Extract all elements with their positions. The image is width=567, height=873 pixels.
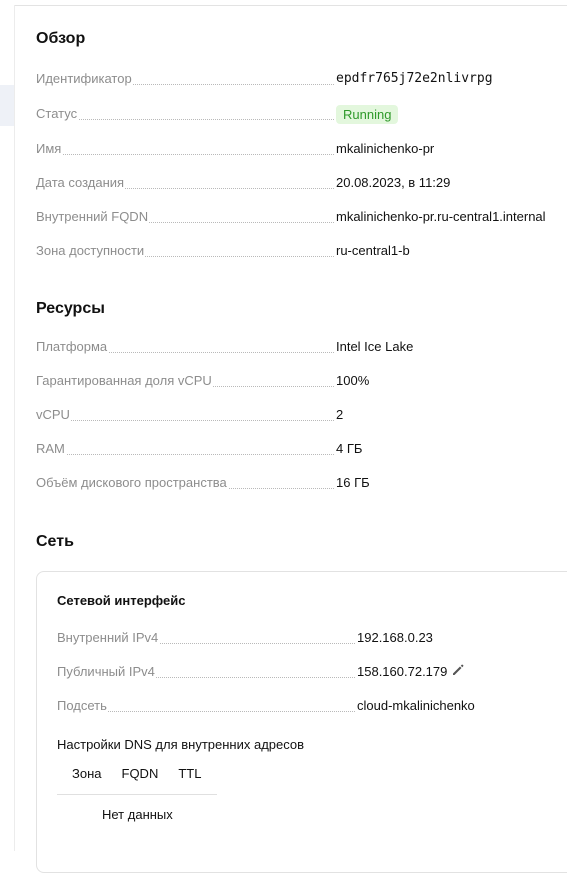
internal-ipv4-value: 192.168.0.23 bbox=[357, 630, 433, 645]
row-label: Подсеть bbox=[57, 697, 108, 715]
resources-title: Ресурсы bbox=[36, 300, 105, 317]
dns-column-zone: Зона bbox=[72, 766, 102, 781]
public-ipv4-value: 158.160.72.179 bbox=[357, 664, 448, 679]
row-internal-ipv4: Внутренний IPv4 192.168.0.23 bbox=[57, 629, 567, 647]
created-value: 20.08.2023, в 11:29 bbox=[336, 175, 451, 190]
row-vcpu: vCPU 2 bbox=[36, 406, 567, 424]
pencil-icon[interactable] bbox=[451, 663, 465, 682]
row-zone: Зона доступности ru-central1-b bbox=[36, 242, 567, 260]
row-label: Имя bbox=[36, 140, 63, 158]
vcpu-value: 2 bbox=[336, 407, 344, 422]
dns-column-ttl: TTL bbox=[178, 766, 202, 781]
fqdn-value: mkalinichenko-pr.ru-central1.internal bbox=[336, 209, 546, 224]
row-created: Дата создания 20.08.2023, в 11:29 bbox=[36, 174, 567, 192]
row-id: Идентификатор epdfr765j72e2nlivrpg bbox=[36, 70, 567, 88]
network-title: Сеть bbox=[36, 533, 74, 550]
status-badge: Running bbox=[336, 104, 399, 124]
row-label: Идентификатор bbox=[36, 70, 133, 88]
row-subnet: Подсеть cloud-mkalinichenko bbox=[57, 697, 567, 715]
row-vcpu-share: Гарантированная доля vCPU 100% bbox=[36, 372, 567, 390]
row-label: Объём дискового пространства bbox=[36, 474, 228, 492]
zone-value: ru-central1-b bbox=[336, 243, 410, 258]
network-interface-card: Сетевой интерфейс Внутренний IPv4 192.16… bbox=[36, 571, 567, 873]
row-platform: Платформа Intel Ice Lake bbox=[36, 338, 567, 356]
overview-title: Обзор bbox=[36, 30, 86, 47]
row-label: vCPU bbox=[36, 406, 71, 424]
row-label: Дата создания bbox=[36, 174, 126, 192]
dns-table-divider bbox=[57, 794, 217, 795]
dns-table-header: Зона FQDN TTL bbox=[57, 766, 205, 781]
instance-id-value[interactable]: epdfr765j72e2nlivrpg bbox=[336, 70, 493, 88]
top-divider bbox=[14, 5, 567, 6]
vcpu-share-value: 100% bbox=[336, 373, 370, 388]
row-disk: Объём дискового пространства 16 ГБ bbox=[36, 474, 567, 492]
row-label: Внутренний IPv4 bbox=[57, 629, 160, 647]
row-status: Статус Running bbox=[36, 104, 567, 124]
name-value: mkalinichenko-pr bbox=[336, 141, 435, 156]
dns-empty-state: Нет данных bbox=[102, 807, 173, 822]
sidebar-selection bbox=[0, 85, 14, 126]
disk-value: 16 ГБ bbox=[336, 475, 370, 490]
ram-value: 4 ГБ bbox=[336, 441, 363, 456]
row-label: Платформа bbox=[36, 338, 109, 356]
platform-value: Intel Ice Lake bbox=[336, 339, 414, 354]
row-fqdn: Внутренний FQDN mkalinichenko-pr.ru-cent… bbox=[36, 208, 567, 226]
left-rail bbox=[14, 5, 15, 851]
row-ram: RAM 4 ГБ bbox=[36, 440, 567, 458]
dns-settings-title: Настройки DNS для внутренних адресов bbox=[57, 737, 305, 752]
subnet-link[interactable]: cloud-mkalinichenko bbox=[357, 697, 475, 715]
row-label: Публичный IPv4 bbox=[57, 663, 156, 681]
row-label: RAM bbox=[36, 440, 66, 458]
row-label: Статус bbox=[36, 105, 79, 123]
row-label: Зона доступности bbox=[36, 242, 146, 260]
row-label: Гарантированная доля vCPU bbox=[36, 372, 213, 390]
network-interface-title: Сетевой интерфейс bbox=[57, 593, 186, 608]
dns-column-fqdn: FQDN bbox=[121, 766, 159, 781]
row-public-ipv4: Публичный IPv4 158.160.72.179 bbox=[57, 663, 567, 681]
row-label: Внутренний FQDN bbox=[36, 208, 150, 226]
row-name: Имя mkalinichenko-pr bbox=[36, 140, 567, 158]
